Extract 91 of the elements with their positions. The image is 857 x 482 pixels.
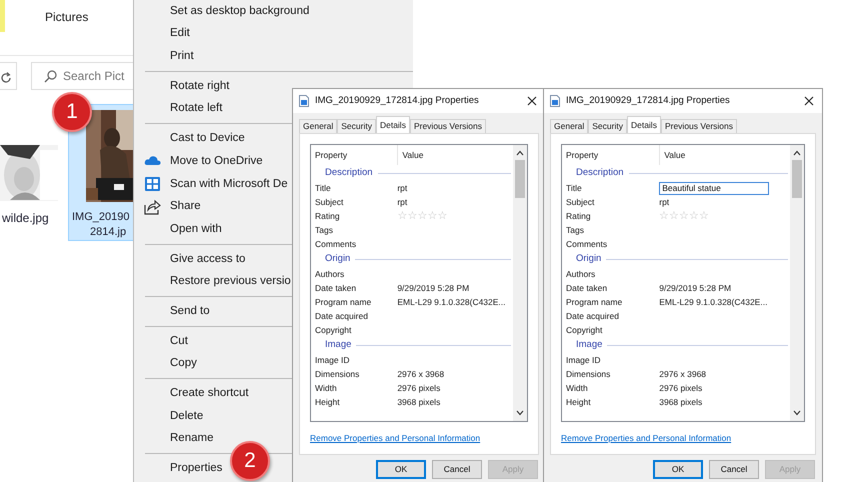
section-heading: Origin [576, 252, 602, 266]
property-name: Date taken [566, 282, 608, 293]
property-name: Date acquired [566, 310, 619, 321]
property-name: Width [566, 382, 588, 393]
property-value: 3968 pixels [397, 396, 440, 408]
property-name: Dimensions [315, 368, 360, 379]
column-header[interactable]: Value [402, 148, 424, 162]
property-name: Width [315, 382, 337, 393]
property-name: Program name [566, 296, 622, 307]
property-value: EML-L29 9.1.0.328(C432E... [397, 296, 506, 308]
property-name: Rating [315, 210, 340, 221]
refresh-button[interactable] [0, 62, 17, 90]
close-icon [527, 96, 537, 106]
property-name: Comments [315, 238, 356, 249]
scroll-down-icon [793, 410, 801, 416]
folder-title: Pictures [45, 9, 88, 26]
property-name: Tags [315, 224, 333, 235]
scrollbar[interactable] [513, 145, 527, 421]
column-header[interactable]: Property [566, 148, 660, 162]
property-value: rpt [397, 196, 408, 208]
property-value: rpt [659, 196, 670, 208]
scrollbar[interactable] [790, 145, 804, 421]
property-name: Subject [315, 196, 344, 207]
menu-item[interactable]: Edit [134, 22, 413, 46]
close-button[interactable] [802, 96, 816, 106]
property-value: EML-L29 9.1.0.328(C432E... [659, 296, 768, 308]
column-header[interactable]: Property [315, 148, 398, 162]
property-value: 3968 pixels [659, 396, 702, 408]
property-value: 2976 x 3968 [659, 368, 706, 380]
section-heading: Image [576, 338, 602, 352]
dialog-button[interactable]: Cancel [709, 460, 759, 479]
tab[interactable]: Details [376, 116, 410, 133]
image-file-icon [550, 95, 560, 107]
property-value: 2976 pixels [397, 382, 440, 394]
tab[interactable]: General [299, 119, 338, 133]
property-name: Authors [566, 268, 596, 279]
section-heading: Origin [325, 252, 350, 266]
property-name: Tags [566, 224, 584, 235]
image-file-icon [299, 95, 309, 107]
property-name: Title [315, 182, 331, 193]
tab[interactable]: Details [626, 116, 661, 133]
close-icon [804, 96, 814, 106]
property-name: Copyright [566, 324, 602, 335]
property-name: Height [315, 396, 340, 407]
dialog-button[interactable]: Cancel [432, 460, 482, 479]
tab[interactable]: Previous Versions [410, 119, 486, 133]
tab[interactable]: Security [588, 119, 627, 133]
menu-item[interactable]: Set as desktop background [134, 0, 413, 23]
share-icon [144, 198, 161, 215]
property-name: Copyright [315, 324, 352, 335]
property-name: Dimensions [566, 368, 610, 379]
section-heading: Description [576, 166, 624, 180]
property-name: Rating [566, 210, 591, 221]
property-value: 9/29/2019 5:28 PM [659, 282, 732, 294]
property-value: 2976 x 3968 [397, 368, 444, 380]
dialog-title: IMG_20190929_172814.jpg Properties [315, 94, 479, 108]
tab[interactable]: Previous Versions [660, 119, 737, 133]
remove-properties-link[interactable]: Remove Properties and Personal Information [310, 432, 528, 445]
scroll-up-icon [793, 150, 801, 156]
scroll-up-icon [516, 150, 524, 156]
property-name: Comments [566, 238, 608, 249]
property-name: Height [566, 396, 591, 407]
property-name: Image ID [566, 354, 600, 365]
section-heading: Image [325, 338, 352, 352]
tab[interactable]: General [550, 119, 588, 133]
property-name: Title [566, 182, 582, 193]
title-field[interactable]: Beautiful statue [659, 182, 769, 194]
file-name[interactable]: wilde.jpg [0, 211, 58, 226]
property-value: 2976 pixels [659, 382, 702, 394]
property-name: Image ID [315, 354, 350, 365]
scrollbar-thumb[interactable] [792, 160, 802, 198]
dialog-button[interactable]: OK [376, 460, 426, 479]
scroll-down-icon [516, 410, 524, 416]
remove-properties-link[interactable]: Remove Properties and Personal Information [561, 432, 805, 445]
search-icon [44, 70, 57, 82]
dialog-title: IMG_20190929_172814.jpg Properties [566, 94, 730, 108]
property-name: Subject [566, 196, 594, 207]
tab[interactable]: Security [337, 119, 376, 133]
search-placeholder: Search Pict [63, 68, 124, 85]
property-name: Authors [315, 268, 344, 279]
close-button[interactable] [525, 96, 539, 106]
property-value: 9/29/2019 5:28 PM [397, 282, 470, 294]
property-name: Date acquired [315, 310, 368, 321]
property-name: Date taken [315, 282, 356, 293]
section-heading: Description [325, 166, 373, 180]
dialog-button[interactable]: OK [653, 460, 703, 479]
refresh-icon [0, 72, 12, 84]
scrollbar-thumb[interactable] [515, 160, 525, 198]
column-header[interactable]: Value [664, 148, 686, 162]
property-value: rpt [397, 182, 408, 194]
property-name: Program name [315, 296, 372, 307]
